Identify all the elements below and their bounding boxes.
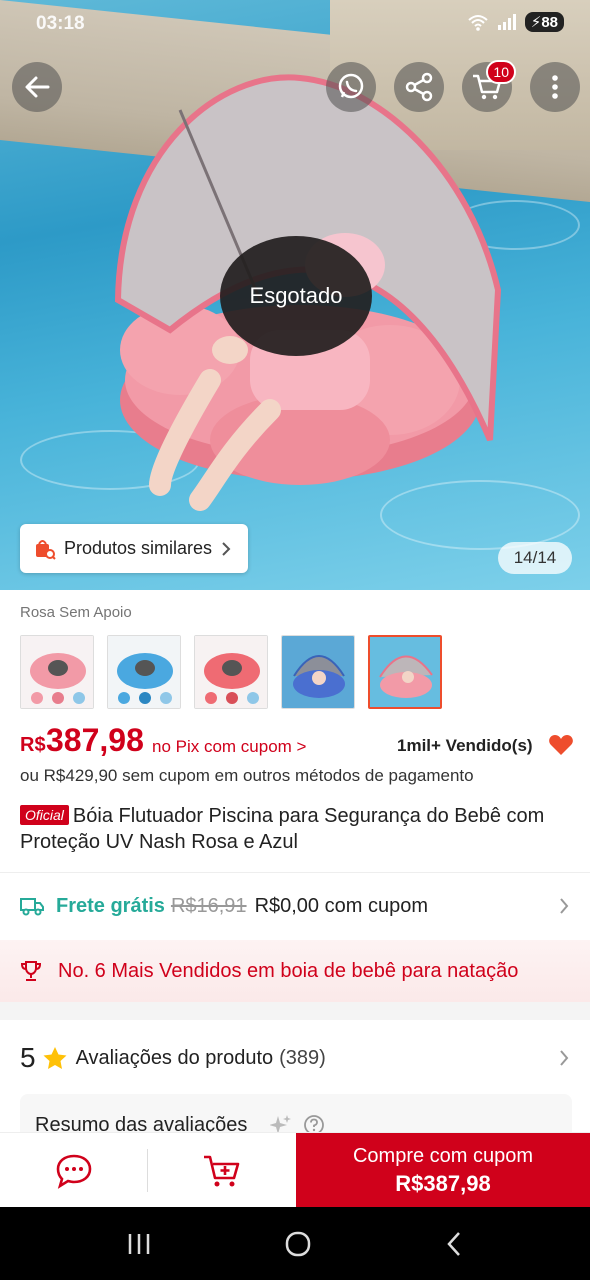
heart-icon[interactable] [548,734,574,756]
variant-title: Rosa Sem Apoio [20,604,132,621]
cart-button[interactable]: 10 [462,60,516,112]
home-icon[interactable] [284,1230,312,1258]
chevron-right-icon [560,898,569,914]
battery-indicator: ⚡88 [524,12,564,32]
image-counter: 14/14 [498,542,572,574]
wifi-icon [468,15,488,31]
chevron-right-icon [222,541,231,556]
add-to-cart-icon [204,1155,240,1186]
share-button[interactable] [394,62,444,112]
variant-thumb-blue[interactable] [107,635,181,709]
shipping-new-price: R$0,00 com cupom [254,894,428,917]
buy-price: R$387,98 [395,1170,491,1196]
cart-badge: 10 [486,60,516,84]
shipping-row[interactable]: Frete grátis R$16,91 R$0,00 com cupom [20,888,574,924]
chevron-right-icon [560,1050,569,1066]
share-icon [405,72,433,102]
nav-back-icon[interactable] [444,1230,464,1258]
system-nav-bar [0,1207,590,1280]
chat-icon [56,1154,92,1189]
variant-thumb-pink[interactable] [20,635,94,709]
recent-apps-icon[interactable] [126,1232,152,1256]
status-bar: 03:18 ⚡88 [0,0,590,48]
product-title-text: Bóia Flutuador Piscina para Segurança do… [20,805,545,853]
back-arrow-icon [25,76,50,98]
bottom-action-bar: Compre com cupom R$387,98 [0,1132,590,1208]
buy-label: Compre com cupom [352,1144,534,1167]
alt-price-text: ou R$429,90 sem cupom em outros métodos … [20,766,474,785]
back-button[interactable] [12,62,62,112]
variant-thumbnails [20,635,442,709]
similar-products-label: Produtos similares [64,538,213,558]
variant-thumb-pink-canopy[interactable] [368,635,442,709]
reviews-label: Avaliações do produto [75,1046,274,1069]
variant-thumb-red[interactable] [194,635,268,709]
add-to-cart-button[interactable] [148,1133,296,1208]
trophy-icon [20,961,42,981]
product-title: Oficial Bóia Flutuador Piscina para Segur… [20,803,572,855]
signal-icon [497,14,516,30]
battery-level: 88 [541,14,558,31]
rating-number: 5 [20,1042,36,1073]
ranking-text: No. 6 Mais Vendidos em boia de bebê para… [58,959,519,982]
variant-thumb-blue-canopy[interactable] [281,635,355,709]
more-vertical-icon [552,75,558,99]
truck-icon [20,898,44,916]
pix-coupon-link[interactable]: no Pix com cupom > [152,737,307,757]
star-icon [43,1047,67,1069]
buy-with-coupon-button[interactable]: Compre com cupom R$387,98 [296,1133,590,1208]
price-currency: R$ [20,734,46,756]
official-badge: Oficial [20,805,69,825]
reviews-count: (389) [279,1046,326,1069]
product-image[interactable]: 03:18 ⚡88 10 Esgotado Produtos similares… [0,0,590,590]
shipping-old-price: R$16,91 [170,894,247,917]
section-gap [0,1002,590,1020]
sold-out-overlay: Esgotado [220,236,372,356]
shopping-bag-search-icon [36,539,56,560]
price-value: 387,98 [46,722,144,758]
reviews-row[interactable]: 5 Avaliações do produto (389) [20,1040,574,1076]
whatsapp-icon [338,73,364,99]
chat-button[interactable] [0,1133,148,1208]
status-time: 03:18 [36,13,85,34]
similar-products-button[interactable]: Produtos similares [20,524,248,573]
free-shipping-label: Frete grátis [56,894,165,917]
sold-count: 1mil+ Vendido(s) [397,736,533,755]
divider [0,872,590,873]
status-icons: ⚡88 [467,12,564,32]
price-row: R$ 387,98 no Pix com cupom > 1mil+ Vendi… [20,722,574,762]
whatsapp-share-button[interactable] [326,62,376,112]
more-options-button[interactable] [530,62,580,112]
ranking-banner[interactable]: No. 6 Mais Vendidos em boia de bebê para… [0,940,590,1002]
